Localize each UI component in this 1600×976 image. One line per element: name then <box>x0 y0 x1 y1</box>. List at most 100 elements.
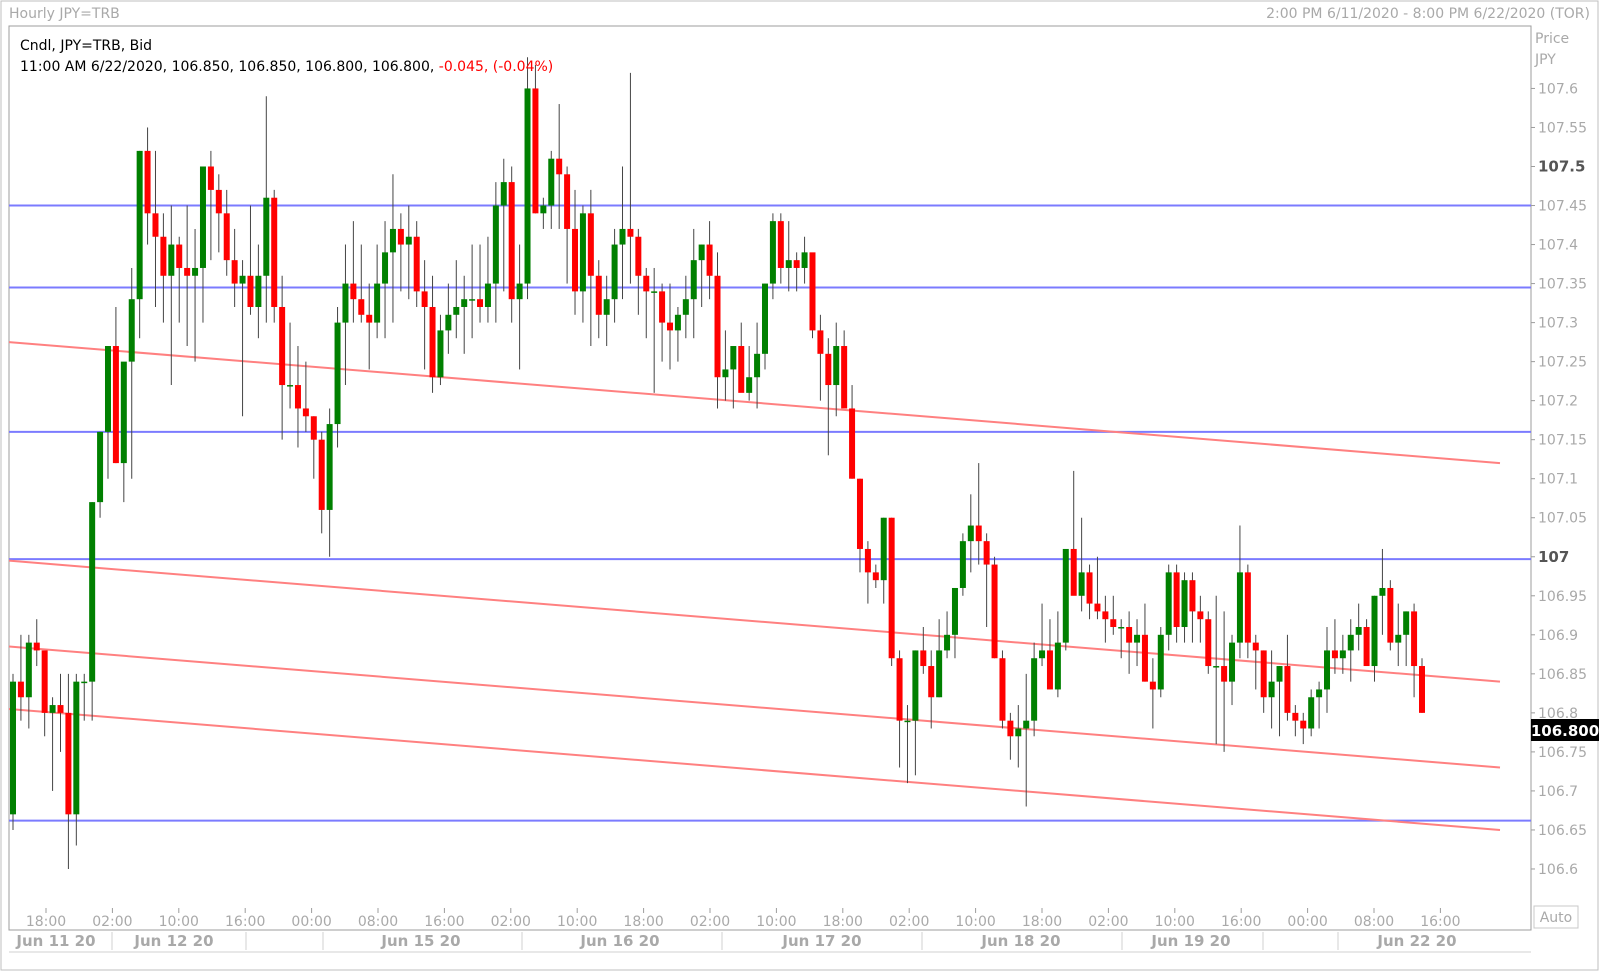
candle-body-up <box>136 150 143 300</box>
candle-body-up <box>1347 634 1354 651</box>
candle-body-down <box>1173 572 1180 628</box>
candle-body-up <box>25 642 32 698</box>
candle-body-up <box>120 361 127 464</box>
date-label: Jun 19 20 <box>1150 932 1230 950</box>
candle-body-down <box>17 681 24 698</box>
candle-body-up <box>746 377 753 393</box>
candle-body-up <box>722 369 729 378</box>
x-tick-label: 18:00 <box>823 914 863 930</box>
candle <box>959 533 966 596</box>
plot-area[interactable] <box>8 25 1532 931</box>
candle-body-up <box>374 283 381 323</box>
candle-body-down <box>1252 642 1259 651</box>
candle-body-up <box>382 252 389 284</box>
candle-body-down <box>1007 720 1014 737</box>
candle-body-up <box>1355 627 1362 635</box>
candle-body-down <box>397 228 404 245</box>
candle-body-up <box>1324 650 1331 690</box>
candle-body-down <box>1094 603 1101 612</box>
candle-body-up <box>255 275 262 307</box>
candle-body-down <box>643 275 650 292</box>
candle <box>524 57 531 300</box>
candle <box>1157 627 1164 698</box>
candle-body-down <box>1419 666 1425 713</box>
candle-body-down <box>231 260 238 284</box>
x-tick-label: 02:00 <box>1088 914 1128 930</box>
candle-body-up <box>97 431 104 503</box>
candle-body-down <box>421 291 428 307</box>
x-tick-label: 08:00 <box>358 914 398 930</box>
candle-body-up <box>1229 642 1236 682</box>
candle-body-down <box>595 275 602 315</box>
candle-body-up <box>579 213 586 292</box>
x-tick-label: 10:00 <box>756 914 796 930</box>
x-tick-label: 08:00 <box>1354 914 1394 930</box>
candle-body-down <box>271 197 278 307</box>
candle <box>271 189 278 323</box>
candle-body-up <box>104 346 111 432</box>
candle-body-up <box>730 346 737 370</box>
date-range: 2:00 PM 6/11/2020 - 8:00 PM 6/22/2020 (T… <box>1266 6 1590 22</box>
date-label: Jun 17 20 <box>781 932 861 950</box>
candle-body-up <box>951 587 958 635</box>
candle-body-down <box>215 189 222 214</box>
candle-body-up <box>674 314 681 331</box>
y-tick-label: 107.15 <box>1538 433 1587 449</box>
candle-body-up <box>1236 572 1243 643</box>
candle-body-down <box>1221 666 1228 682</box>
candle-body-down <box>1110 619 1117 628</box>
y-tick-label: 107.5 <box>1538 157 1585 175</box>
candle-body-up <box>500 182 507 206</box>
candle-body-up <box>445 314 452 331</box>
candle-body-down <box>1086 572 1093 604</box>
candle-body-up <box>1213 666 1220 668</box>
candle-body-up <box>405 236 412 245</box>
candle <box>991 556 998 659</box>
candle-body-down <box>112 346 119 464</box>
candle-body-up <box>484 283 491 307</box>
candle-body-up <box>548 158 555 206</box>
candle <box>1419 658 1425 713</box>
candle-body-up <box>967 525 974 542</box>
date-label: Jun 16 20 <box>579 932 659 950</box>
candle-body-up <box>769 221 776 284</box>
candle-body-down <box>429 306 436 378</box>
candle-body-down <box>572 228 579 292</box>
candle-body-down <box>176 244 183 268</box>
x-tick-label: 10:00 <box>1155 914 1195 930</box>
candle-body-down <box>1260 650 1267 698</box>
candle-body-up <box>128 299 135 362</box>
candle-body-down <box>975 525 982 542</box>
candle-body-up <box>1062 548 1069 643</box>
x-tick-label: 00:00 <box>291 914 331 930</box>
candle-body-down <box>1411 611 1418 667</box>
candle <box>1387 580 1394 651</box>
candle-body-down <box>366 314 373 323</box>
candle-body-up <box>1054 642 1061 690</box>
candle-body-up <box>437 330 444 378</box>
y-tick-label: 107.45 <box>1538 199 1587 215</box>
x-tick-label: 10:00 <box>159 914 199 930</box>
candle-body-up <box>936 650 943 698</box>
x-tick-label: 10:00 <box>557 914 597 930</box>
candle-body-up <box>516 283 523 300</box>
candle-body-down <box>864 548 871 573</box>
candle-body-down <box>896 658 903 721</box>
candle-body-up <box>524 88 531 284</box>
candle-body-down <box>635 236 642 276</box>
candle-body-up <box>199 166 206 268</box>
candle <box>888 517 895 667</box>
candle-body-up <box>1268 681 1275 698</box>
candle <box>10 673 16 830</box>
x-tick-label: 18:00 <box>623 914 663 930</box>
y-tick-label: 107 <box>1538 548 1569 566</box>
candle-body-down <box>1070 548 1077 596</box>
candle-body-down <box>659 291 666 323</box>
legend-change: -0.045, (-0.04%) <box>439 59 553 75</box>
candle-body-down <box>991 564 998 659</box>
candle-body-down <box>872 572 879 581</box>
candlestick-chart[interactable]: 106.6106.65106.7106.75106.8106.85106.910… <box>0 0 1600 972</box>
candle-body-up <box>801 252 808 268</box>
candle <box>999 650 1006 729</box>
candle-body-down <box>1387 587 1394 643</box>
